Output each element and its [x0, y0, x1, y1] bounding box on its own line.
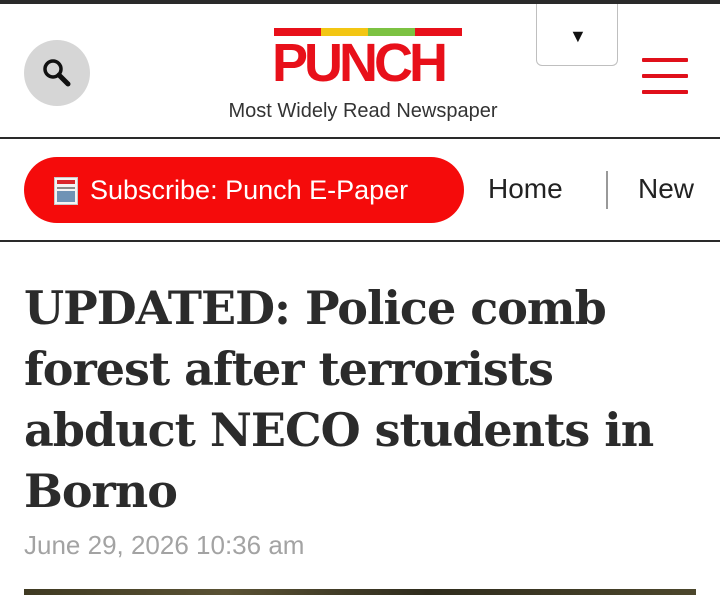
site-tagline: Most Widely Read Newspaper — [228, 100, 498, 122]
logo-wordmark: PUNCH — [272, 33, 448, 93]
triangle-down-icon: ▼ — [569, 26, 587, 46]
main-navbar: Subscribe: Punch E-Paper Home New — [0, 140, 720, 238]
article-date: June 29, 2026 10:36 am — [24, 530, 305, 560]
subscribe-label: Subscribe: Punch E-Paper — [90, 175, 409, 205]
header-divider — [0, 137, 720, 139]
epaper-thumbnail-icon — [54, 177, 78, 205]
hamburger-menu-icon — [642, 90, 688, 94]
search-icon — [43, 59, 71, 87]
nav-link-news[interactable]: New — [638, 173, 694, 205]
search-button[interactable] — [24, 40, 90, 106]
hamburger-menu-icon — [642, 58, 688, 62]
article-headline: UPDATED: Police comb forest after terror… — [24, 281, 654, 518]
subscribe-epaper-button[interactable]: Subscribe: Punch E-Paper — [24, 157, 464, 223]
site-header: PUNCH Most Widely Read Newspaper ▼ — [0, 4, 720, 137]
nav-separator — [606, 171, 608, 209]
navbar-divider — [0, 240, 720, 242]
article-featured-image[interactable] — [24, 589, 696, 595]
menu-button[interactable] — [642, 58, 688, 94]
punch-logo[interactable]: PUNCH — [272, 28, 464, 90]
hamburger-menu-icon — [642, 74, 688, 78]
nav-link-home[interactable]: Home — [488, 173, 563, 205]
language-dropdown[interactable]: ▼ — [536, 4, 618, 66]
